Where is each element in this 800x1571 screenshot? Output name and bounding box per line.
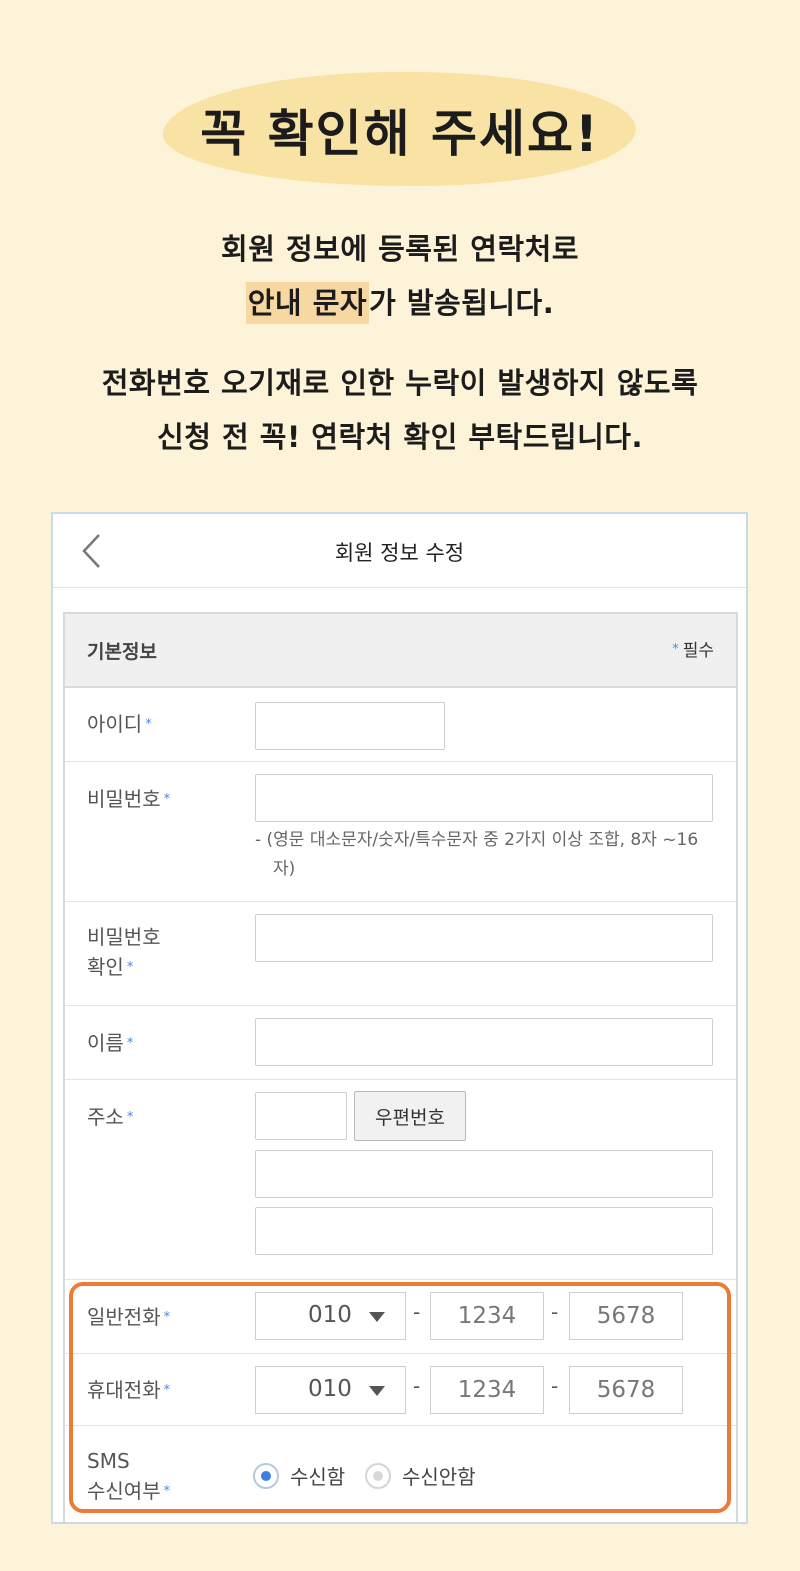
required-star-icon: * bbox=[126, 1036, 134, 1051]
mobile-middle-input[interactable]: 1234 bbox=[430, 1366, 544, 1414]
notice-line-4: 신청 전 꼭! 연락처 확인 부탁드립니다. bbox=[157, 420, 643, 454]
row-password: 비밀번호 * - (영문 대소문자/숫자/특수문자 중 2가지 이상 조합, 8자… bbox=[65, 762, 736, 902]
mobile-last-input[interactable]: 5678 bbox=[569, 1366, 683, 1414]
landline-middle-input[interactable]: 1234 bbox=[430, 1292, 544, 1340]
section-title: 기본정보 bbox=[87, 641, 157, 663]
row-name: 이름 * bbox=[65, 1006, 736, 1080]
row-id: 아이디 * bbox=[65, 688, 736, 762]
notice-highlight-text: 안내 문자 bbox=[245, 282, 370, 324]
notice-line-2-rest: 가 발송됩니다. bbox=[369, 286, 555, 320]
dropdown-caret-icon bbox=[369, 1386, 385, 1396]
row-sms: SMS 수신여부 * 수신함 수신안함 bbox=[65, 1426, 736, 1522]
row-address: 주소 * 우편번호 bbox=[65, 1080, 736, 1280]
required-star-icon: * bbox=[126, 1110, 134, 1125]
dropdown-caret-icon bbox=[369, 1312, 385, 1322]
phone-dash: - bbox=[413, 1300, 421, 1324]
zipcode-search-button[interactable]: 우편번호 bbox=[354, 1091, 466, 1141]
password-label: 비밀번호 * bbox=[87, 787, 171, 811]
required-star-icon: * bbox=[126, 960, 134, 975]
sms-reject-option[interactable]: 수신안함 bbox=[365, 1461, 476, 1490]
required-star-icon: * bbox=[163, 1310, 171, 1325]
screen-title: 회원 정보 수정 bbox=[334, 541, 465, 565]
zipcode-input[interactable] bbox=[255, 1092, 347, 1140]
name-label: 이름 * bbox=[87, 1031, 134, 1055]
mobile-label: 휴대전화 * bbox=[87, 1378, 171, 1402]
address-label: 주소 * bbox=[87, 1105, 134, 1129]
top-bar: 회원 정보 수정 bbox=[53, 514, 746, 588]
phone-dash: - bbox=[551, 1374, 559, 1398]
required-label: 필수 bbox=[682, 641, 714, 661]
password-confirm-label: 비밀번호 확인 * bbox=[87, 925, 161, 979]
row-landline: 일반전화 * 010 - 1234 - 5678 bbox=[65, 1280, 736, 1354]
landline-last-input[interactable]: 5678 bbox=[569, 1292, 683, 1340]
id-label: 아이디 * bbox=[87, 712, 152, 736]
sms-receive-option[interactable]: 수신함 bbox=[253, 1461, 345, 1490]
password-input[interactable] bbox=[255, 774, 713, 822]
required-star-icon: * bbox=[163, 1484, 171, 1499]
member-edit-screen: 회원 정보 수정 기본정보 * 필수 아이디 * 비밀번호 * - (영문 대소문자/… bbox=[51, 512, 748, 1524]
sms-label: SMS 수신여부 * bbox=[87, 1449, 171, 1503]
notice-line-2: 안내 문자가 발송됩니다. bbox=[0, 280, 800, 324]
required-star-icon: * bbox=[145, 717, 152, 732]
name-input[interactable] bbox=[255, 1018, 713, 1066]
notice-title: 꼭 확인해 주세요! bbox=[200, 105, 600, 163]
required-star-icon: * bbox=[163, 792, 171, 807]
landline-prefix-select[interactable]: 010 bbox=[255, 1292, 406, 1340]
section-header: 기본정보 * 필수 bbox=[65, 614, 736, 688]
required-note: * 필수 bbox=[672, 636, 714, 661]
required-star-icon: * bbox=[163, 1383, 171, 1398]
required-star-icon: * bbox=[672, 642, 679, 657]
id-input[interactable] bbox=[255, 702, 445, 750]
radio-unchecked-icon[interactable] bbox=[365, 1462, 391, 1489]
member-form: 기본정보 * 필수 아이디 * 비밀번호 * - (영문 대소문자/숫자/특수문자 중… bbox=[63, 612, 738, 1522]
phone-dash: - bbox=[551, 1300, 559, 1324]
mobile-prefix-select[interactable]: 010 bbox=[255, 1366, 406, 1414]
address-line1-input[interactable] bbox=[255, 1150, 713, 1198]
row-password-confirm: 비밀번호 확인 * bbox=[65, 902, 736, 1006]
notice-line-1: 회원 정보에 등록된 연락처로 bbox=[221, 232, 579, 266]
row-mobile: 휴대전화 * 010 - 1234 - 5678 bbox=[65, 1354, 736, 1426]
radio-checked-icon[interactable] bbox=[253, 1462, 279, 1489]
password-confirm-input[interactable] bbox=[255, 914, 713, 962]
notice-line-3: 전화번호 오기재로 인한 누락이 발생하지 않도록 bbox=[101, 366, 699, 400]
landline-label: 일반전화 * bbox=[87, 1305, 171, 1329]
password-hint: - (영문 대소문자/숫자/특수문자 중 2가지 이상 조합, 8자 ~16자) bbox=[255, 830, 699, 879]
address-line2-input[interactable] bbox=[255, 1207, 713, 1255]
phone-dash: - bbox=[413, 1374, 421, 1398]
